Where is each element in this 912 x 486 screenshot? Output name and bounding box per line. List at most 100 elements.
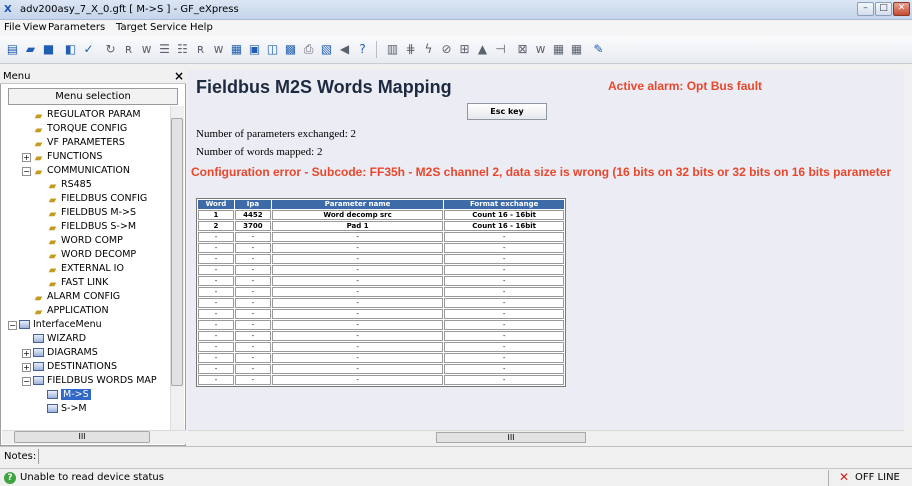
table-row[interactable]: ---- bbox=[198, 320, 564, 330]
write-mem-icon[interactable]: ᴡ bbox=[532, 41, 549, 58]
grid-icon[interactable]: ⊞ bbox=[456, 41, 473, 58]
table-icon[interactable]: ▦ bbox=[550, 41, 567, 58]
tree-item[interactable]: S->M bbox=[2, 402, 170, 416]
close-button[interactable]: ✕ bbox=[893, 2, 910, 16]
tree-item[interactable]: ▰ FIELDBUS M->S bbox=[2, 206, 170, 220]
tree-item[interactable]: − FIELDBUS WORDS MAP bbox=[2, 374, 170, 388]
table-row[interactable]: ---- bbox=[198, 276, 564, 286]
word-cell: 1 bbox=[198, 210, 234, 220]
table-row[interactable]: ---- bbox=[198, 254, 564, 264]
tree-item[interactable]: ▰ REGULATOR PARAM bbox=[2, 108, 170, 122]
table-row[interactable]: ---- bbox=[198, 309, 564, 319]
collapse-icon[interactable]: − bbox=[22, 167, 31, 176]
table-row[interactable]: ---- bbox=[198, 265, 564, 275]
tree-item[interactable]: ▰ FIELDBUS CONFIG bbox=[2, 192, 170, 206]
tree-item[interactable]: + DESTINATIONS bbox=[2, 360, 170, 374]
content-scrollbar[interactable] bbox=[904, 70, 912, 430]
channel-icon[interactable]: ⊣ bbox=[492, 41, 509, 58]
tree-item[interactable]: − InterfaceMenu bbox=[2, 318, 170, 332]
tree-item[interactable]: M->S bbox=[2, 388, 170, 402]
tree-item-label: InterfaceMenu bbox=[33, 319, 102, 330]
help-icon[interactable]: ? bbox=[354, 41, 371, 58]
tree-item[interactable]: ▰ WORD DECOMP bbox=[2, 248, 170, 262]
tree-item[interactable]: WIZARD bbox=[2, 332, 170, 346]
minimize-button[interactable]: – bbox=[857, 2, 874, 16]
exp-icon[interactable]: ▥ bbox=[384, 41, 401, 58]
table-row[interactable]: ---- bbox=[198, 375, 564, 385]
properties-icon[interactable]: ▦ bbox=[228, 41, 245, 58]
stop-icon[interactable]: ⊘ bbox=[438, 41, 455, 58]
tree-item[interactable]: ▰ WORD COMP bbox=[2, 234, 170, 248]
tree-item[interactable]: ▰ FAST LINK bbox=[2, 276, 170, 290]
content-horizontal-scrollbar[interactable]: III bbox=[188, 430, 904, 444]
print-icon[interactable]: ⎙ bbox=[300, 41, 317, 58]
table-row[interactable]: ---- bbox=[198, 298, 564, 308]
close-icon[interactable]: × bbox=[174, 69, 184, 83]
read-all-icon[interactable]: ʀ bbox=[192, 41, 209, 58]
list2-icon[interactable]: ☷ bbox=[174, 41, 191, 58]
tree-item[interactable]: + DIAGRAMS bbox=[2, 346, 170, 360]
tree-item[interactable]: ▰ RS485 bbox=[2, 178, 170, 192]
tree-item[interactable]: ▰ EXTERNAL IO bbox=[2, 262, 170, 276]
tree-item[interactable]: ▰ FIELDBUS S->M bbox=[2, 220, 170, 234]
expand-icon[interactable]: + bbox=[22, 349, 31, 358]
warning-icon[interactable]: ▲ bbox=[474, 41, 491, 58]
back-icon[interactable]: ◀ bbox=[336, 41, 353, 58]
tree-scroll-thumb[interactable] bbox=[171, 118, 183, 386]
print-preview-icon[interactable]: ▧ bbox=[318, 41, 335, 58]
tree-item[interactable]: − ▰ COMMUNICATION bbox=[2, 164, 170, 178]
menu-service[interactable]: Service bbox=[150, 21, 187, 35]
content-hscroll-thumb[interactable]: III bbox=[436, 432, 586, 443]
table-row[interactable]: ---- bbox=[198, 287, 564, 297]
menu-selection-button[interactable]: Menu selection bbox=[8, 88, 178, 105]
check-icon[interactable]: ✓ bbox=[80, 41, 97, 58]
compare-icon[interactable]: ◧ bbox=[62, 41, 79, 58]
notes-field[interactable] bbox=[38, 449, 40, 464]
collapse-icon[interactable]: − bbox=[8, 321, 17, 330]
list-icon[interactable]: ☰ bbox=[156, 41, 173, 58]
table-row[interactable]: 2 3700 Pad 1 Count 16 - 16bit bbox=[198, 221, 564, 231]
table-row[interactable]: ---- bbox=[198, 342, 564, 352]
maximize-button[interactable]: □ bbox=[875, 2, 892, 16]
table-row[interactable]: ---- bbox=[198, 364, 564, 374]
tree-item[interactable]: ▰ ALARM CONFIG bbox=[2, 290, 170, 304]
table2-icon[interactable]: ▦ bbox=[568, 41, 585, 58]
table-row[interactable]: ---- bbox=[198, 331, 564, 341]
parameter-name-cell: - bbox=[271, 265, 444, 275]
write-all-icon[interactable]: ᴡ bbox=[210, 41, 227, 58]
bridge-icon[interactable]: ⋕ bbox=[402, 41, 419, 58]
new-icon[interactable]: ▤ bbox=[4, 41, 21, 58]
tree-item[interactable]: ▰ TORQUE CONFIG bbox=[2, 122, 170, 136]
refresh-icon[interactable]: ↻ bbox=[102, 41, 119, 58]
esc-key-button[interactable]: Esc key bbox=[467, 103, 547, 120]
menu-view[interactable]: View bbox=[23, 21, 47, 35]
open-icon[interactable]: ▰ bbox=[22, 41, 39, 58]
mapping-table: Word Ipa Parameter name Format exchange … bbox=[196, 198, 566, 387]
read-icon[interactable]: ʀ bbox=[120, 41, 137, 58]
table-row[interactable]: 1 4452 Word decomp src Count 16 - 16bit bbox=[198, 210, 564, 220]
table-row[interactable]: ---- bbox=[198, 243, 564, 253]
tree-item[interactable]: ▰ VF PARAMETERS bbox=[2, 136, 170, 150]
folder-icon: ▰ bbox=[48, 279, 57, 290]
parameters-icon[interactable]: ▣ bbox=[246, 41, 263, 58]
monitor-icon[interactable]: ◫ bbox=[264, 41, 281, 58]
graph-icon[interactable]: ▩ bbox=[282, 41, 299, 58]
tree-item[interactable]: ▰ APPLICATION bbox=[2, 304, 170, 318]
collapse-icon[interactable]: − bbox=[22, 377, 31, 386]
menu-file[interactable]: File bbox=[4, 21, 21, 35]
save-icon[interactable]: ■ bbox=[40, 41, 57, 58]
write-icon[interactable]: ᴡ bbox=[138, 41, 155, 58]
tree-item[interactable]: + ▰ FUNCTIONS bbox=[2, 150, 170, 164]
menu-parameters[interactable]: Parameters bbox=[48, 21, 105, 35]
table-row[interactable]: ---- bbox=[198, 232, 564, 242]
table-row[interactable]: ---- bbox=[198, 353, 564, 363]
expand-icon[interactable]: + bbox=[22, 153, 31, 162]
tool-icon[interactable]: ✎ bbox=[590, 41, 607, 58]
expand-icon[interactable]: + bbox=[22, 363, 31, 372]
menu-help[interactable]: Help bbox=[190, 21, 213, 35]
signal-icon[interactable]: ϟ bbox=[420, 41, 437, 58]
menu-target[interactable]: Target bbox=[116, 21, 147, 35]
tree-item-label: DIAGRAMS bbox=[47, 347, 98, 358]
tree-hscroll-thumb[interactable]: III bbox=[14, 431, 150, 443]
compare-all-icon[interactable]: ⊠ bbox=[514, 41, 531, 58]
